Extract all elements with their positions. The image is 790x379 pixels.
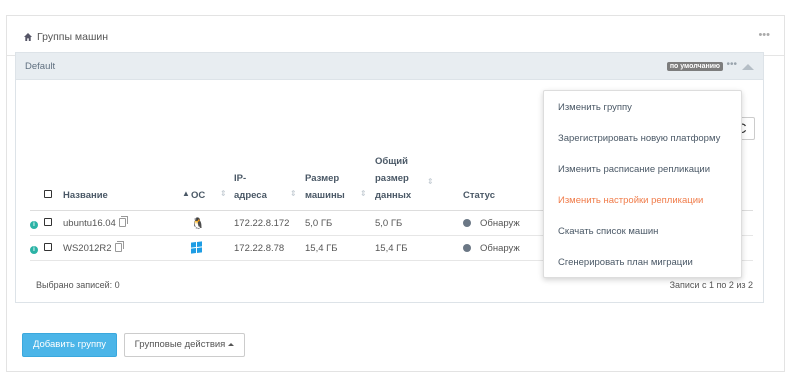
sort-icon[interactable]: ⇕: [220, 185, 227, 202]
machine-name[interactable]: ubuntu16.04: [63, 218, 116, 229]
sort-icon[interactable]: ⇕: [427, 173, 434, 190]
menu-item-download-machine-list[interactable]: Скачать список машин: [558, 226, 658, 237]
menu-item-register-platform[interactable]: Зарегистрировать новую платформу: [558, 133, 720, 144]
group-actions-menu: Изменить группу Зарегистрировать новую п…: [543, 90, 742, 278]
machine-size: 5,0 ГБ: [305, 210, 375, 236]
column-header-name[interactable]: Название ▲: [63, 153, 191, 211]
column-header-os[interactable]: ОС ⇕: [191, 153, 234, 211]
sort-asc-icon[interactable]: ▲: [182, 185, 190, 202]
sort-icon[interactable]: ⇕: [360, 185, 367, 202]
info-icon[interactable]: i: [30, 220, 38, 229]
group-actions-label: Групповые действия: [134, 339, 226, 350]
machine-total-size: 15,4 ГБ: [375, 235, 463, 261]
menu-item-edit-replication-schedule[interactable]: Изменить расписание репликации: [558, 164, 710, 175]
group-header[interactable]: Default по умолчанию •••: [16, 53, 763, 80]
panel-header: Группы машин •••: [7, 16, 784, 56]
select-all-checkbox[interactable]: [44, 190, 52, 198]
menu-item-generate-migration-plan[interactable]: Сгенерировать план миграции: [558, 257, 693, 268]
group-name: Default: [25, 61, 56, 72]
linux-icon: 🐧: [191, 217, 205, 230]
add-group-button[interactable]: Добавить группу: [22, 333, 117, 357]
machine-status: Обнаруж: [480, 242, 520, 254]
row-checkbox[interactable]: [44, 242, 52, 251]
machine-name[interactable]: WS2012R2: [63, 243, 112, 254]
copy-icon[interactable]: [114, 241, 124, 253]
sort-icon[interactable]: ⇕: [290, 185, 297, 202]
panel-title-text: Группы машин: [37, 31, 109, 43]
default-badge: по умолчанию: [666, 62, 723, 71]
menu-item-edit-group[interactable]: Изменить группу: [558, 102, 632, 113]
caret-up-icon: [228, 342, 235, 346]
home-icon: [24, 33, 32, 41]
copy-icon[interactable]: [118, 216, 128, 228]
machine-ip: 172.22.8.172: [234, 210, 305, 236]
column-header-ip[interactable]: IP- адреса ⇕: [234, 153, 305, 211]
row-checkbox[interactable]: [44, 217, 52, 226]
status-dot: [463, 218, 471, 227]
group-actions-button[interactable]: Групповые действия: [124, 333, 245, 357]
status-dot: [463, 243, 471, 252]
panel-title: Группы машин: [23, 31, 108, 43]
machine-ip: 172.22.8.78: [234, 235, 305, 261]
column-header-total-size[interactable]: Общий размер данных ⇕: [375, 153, 463, 211]
windows-icon: [191, 241, 202, 255]
chevron-up-icon[interactable]: [742, 64, 754, 70]
panel-more-icon[interactable]: •••: [758, 29, 770, 41]
machine-status: Обнаруж: [480, 217, 520, 229]
records-info: Записи с 1 по 2 из 2: [669, 280, 753, 290]
group-more-icon[interactable]: •••: [726, 59, 737, 70]
machine-total-size: 5,0 ГБ: [375, 210, 463, 236]
selected-count: Выбрано записей: 0: [36, 280, 120, 290]
machine-size: 15,4 ГБ: [305, 235, 375, 261]
column-header-size[interactable]: Размер машины ⇕: [305, 153, 375, 211]
menu-item-edit-replication-settings[interactable]: Изменить настройки репликации: [558, 195, 703, 206]
info-icon[interactable]: i: [30, 245, 38, 254]
